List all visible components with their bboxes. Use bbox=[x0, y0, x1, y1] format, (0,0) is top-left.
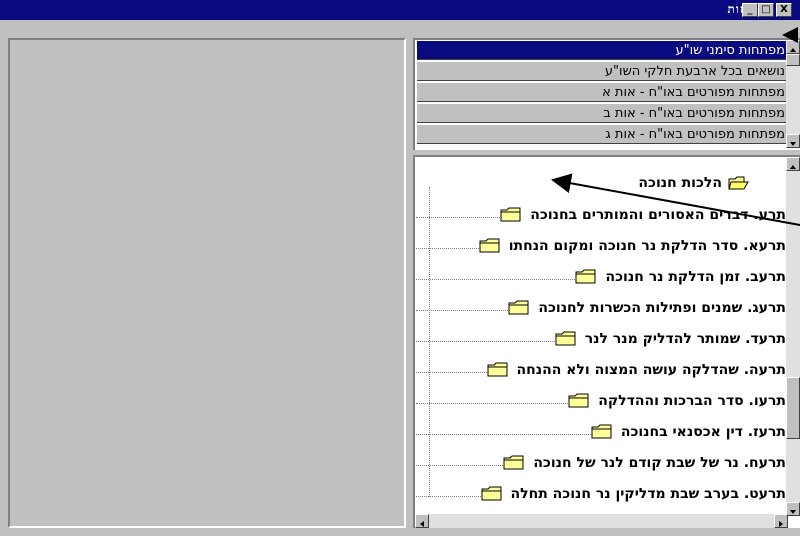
tree-node-label: תרעג. שמנים ופתילות הכשרות לחנוכה bbox=[538, 300, 786, 316]
scroll-left-button[interactable] bbox=[415, 514, 429, 528]
tree-node-label: תרעט. בערב שבת מדליקין נר חנוכה תחלה bbox=[510, 486, 786, 502]
list-item[interactable]: מפתחות מפורטים באו"ח - אות ג bbox=[417, 124, 787, 144]
tree-scrollbar[interactable] bbox=[786, 157, 800, 516]
arrow-right-icon bbox=[779, 521, 783, 527]
tree-node-label: תרעה. שהדלקה עושה המצוה ולא ההנחה bbox=[516, 362, 786, 378]
scroll-up-button[interactable] bbox=[786, 40, 800, 54]
tree-connector bbox=[416, 372, 487, 373]
tree-connector bbox=[416, 496, 481, 497]
maximize-glyph: □ bbox=[761, 4, 771, 15]
list-scrollbar[interactable] bbox=[786, 40, 800, 148]
tree-node-label: תרעד. שמותר להדליק מנר לנר bbox=[584, 331, 786, 347]
folder-icon bbox=[503, 455, 525, 471]
scroll-thumb[interactable] bbox=[786, 54, 800, 66]
list-item-label: מפתחות מפורטים באו"ח - אות ב bbox=[603, 106, 785, 121]
tree-node[interactable]: תרעח. נר של שבת קודם לנר של חנוכה bbox=[416, 455, 786, 475]
tree-node[interactable]: תרעז. דין אכסנאי בחנוכה bbox=[416, 424, 786, 444]
list-item-label: מפתחות מפורטים באו"ח - אות א bbox=[602, 85, 785, 100]
maximize-button[interactable]: □ bbox=[758, 3, 774, 17]
tree-connector bbox=[416, 217, 500, 218]
arrow-left-icon bbox=[420, 521, 424, 527]
tree-scroll-down-button[interactable] bbox=[786, 502, 800, 516]
list-item-label: מפתחות מפורטים באו"ח - אות ג bbox=[605, 127, 785, 142]
tree-connector bbox=[416, 310, 508, 311]
list-item-label: מפתחות סימני שו"ע bbox=[675, 43, 786, 58]
tree-scroll-thumb[interactable] bbox=[786, 377, 800, 439]
tree-scroll-up-button[interactable] bbox=[786, 157, 800, 171]
tree-node[interactable]: תרעג. שמנים ופתילות הכשרות לחנוכה bbox=[416, 300, 786, 320]
tree-node[interactable]: תרעד. שמותר להדליק מנר לנר bbox=[416, 331, 786, 351]
tree-connector bbox=[416, 434, 591, 435]
list-item[interactable]: מפתחות מפורטים באו"ח - אות א bbox=[417, 82, 787, 102]
tree-node[interactable]: תרע. דברים האסורים והמותרים בחנוכה bbox=[416, 207, 786, 227]
tree-node-label: תרעח. נר של שבת קודם לנר של חנוכה bbox=[533, 455, 786, 471]
folder-icon bbox=[575, 269, 597, 285]
index-list[interactable]: מפתחות סימני שו"ע נושאים בכל ארבעת חלקי … bbox=[413, 38, 800, 150]
tree-node[interactable]: תרעו. סדר הברכות וההדלקה bbox=[416, 393, 786, 413]
list-item[interactable]: נושאים בכל ארבעת חלקי השו"ע bbox=[417, 61, 787, 81]
folder-icon bbox=[479, 238, 501, 254]
tree-connector bbox=[416, 279, 575, 280]
arrow-up-icon bbox=[790, 165, 796, 169]
list-item[interactable]: מפתחות מפורטים באו"ח - אות ב bbox=[417, 103, 787, 123]
tree-connector bbox=[416, 341, 555, 342]
tree-connector bbox=[416, 465, 503, 466]
tree-node-label: תרעו. סדר הברכות וההדלקה bbox=[598, 393, 786, 409]
folder-icon bbox=[591, 424, 613, 440]
tree-node[interactable]: תרעא. סדר הדלקת נר חנוכה ומקום הנחתו bbox=[416, 238, 786, 258]
folder-icon bbox=[481, 486, 503, 502]
tree-node[interactable]: תרעב. זמן הדלקת נר חנוכה bbox=[416, 269, 786, 289]
topic-tree[interactable]: הלכות חנוכה תרע. דברים האסורים והמותרים … bbox=[413, 155, 800, 528]
minimize-button[interactable]: _ bbox=[742, 3, 758, 17]
tree-node-label: תרע. דברים האסורים והמותרים בחנוכה bbox=[530, 207, 786, 223]
folder-icon bbox=[555, 331, 577, 347]
tree-node[interactable]: תרעה. שהדלקה עושה המצוה ולא ההנחה bbox=[416, 362, 786, 382]
tree-connector bbox=[416, 248, 479, 249]
folder-icon bbox=[500, 207, 522, 223]
folder-icon bbox=[568, 393, 590, 409]
arrow-down-icon bbox=[790, 510, 796, 514]
open-folder-icon bbox=[728, 175, 750, 191]
list-item-label: נושאים בכל ארבעת חלקי השו"ע bbox=[604, 64, 785, 79]
close-glyph: X bbox=[780, 4, 788, 15]
tree-hscrollbar[interactable] bbox=[415, 514, 788, 528]
arrow-down-icon bbox=[790, 142, 796, 146]
scroll-down-button[interactable] bbox=[786, 134, 800, 148]
tree-node-label: תרעב. זמן הדלקת נר חנוכה bbox=[605, 269, 787, 285]
tree-node-label: תרעא. סדר הדלקת נר חנוכה ומקום הנחתו bbox=[508, 238, 786, 254]
tree-root-label: הלכות חנוכה bbox=[638, 175, 722, 191]
content-pane bbox=[8, 38, 406, 528]
tree-root[interactable]: הלכות חנוכה bbox=[638, 175, 750, 191]
folder-icon bbox=[508, 300, 530, 316]
folder-icon bbox=[487, 362, 509, 378]
list-item[interactable]: מפתחות סימני שו"ע bbox=[417, 40, 787, 60]
tree-node[interactable]: תרעט. בערב שבת מדליקין נר חנוכה תחלה bbox=[416, 486, 786, 506]
close-button[interactable]: X bbox=[776, 3, 792, 17]
tree-connector bbox=[416, 403, 568, 404]
tree-node-label: תרעז. דין אכסנאי בחנוכה bbox=[620, 424, 786, 440]
title-bar[interactable]: מפתחות _ □ X bbox=[0, 0, 800, 20]
minimize-glyph: _ bbox=[747, 4, 753, 15]
scroll-right-button[interactable] bbox=[774, 514, 788, 528]
